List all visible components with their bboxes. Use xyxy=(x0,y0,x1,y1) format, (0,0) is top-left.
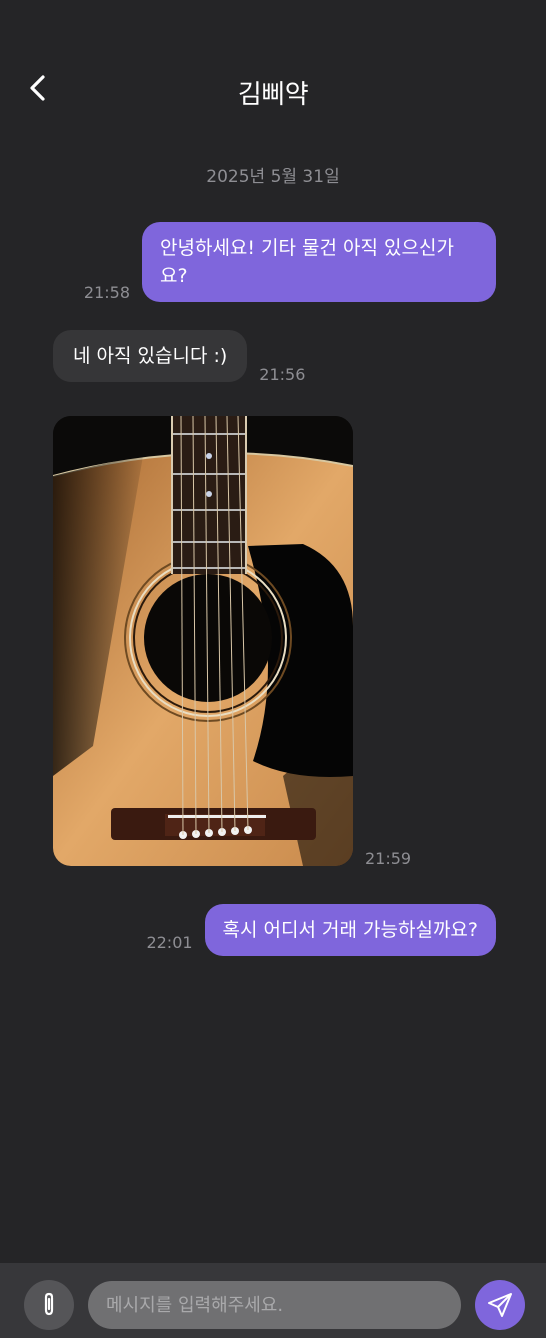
date-divider: 2025년 5월 31일 xyxy=(206,167,340,187)
guitar-image xyxy=(53,416,353,866)
chat-screen: 김삐약 2025년 5월 31일 21:58 안녕하세요! 기타 물건 아직 있… xyxy=(0,0,546,1338)
attach-button[interactable] xyxy=(24,1280,74,1330)
message-composer xyxy=(0,1263,546,1338)
message-bubble-outgoing[interactable]: 혹시 어디서 거래 가능하실까요? xyxy=(204,904,496,956)
message-bubble-outgoing[interactable]: 안녕하세요! 기타 물건 아직 있으신가요? xyxy=(142,222,496,302)
message-row-outgoing: 21:58 안녕하세요! 기타 물건 아직 있으신가요? xyxy=(0,222,496,302)
send-button[interactable] xyxy=(475,1280,525,1330)
message-row-incoming: 네 아직 있습니다 :) 21:56 xyxy=(53,330,306,384)
message-time: 21:59 xyxy=(365,849,412,868)
paperclip-icon xyxy=(44,1292,54,1316)
message-time: 21:58 xyxy=(83,283,130,302)
message-bubble-incoming[interactable]: 네 아직 있습니다 :) xyxy=(53,330,248,382)
message-row-incoming-image: 21:59 xyxy=(53,416,412,868)
message-row-outgoing: 22:01 혹시 어디서 거래 가능하실까요? xyxy=(0,904,496,956)
chat-partner-name: 김삐약 xyxy=(237,80,309,110)
message-time: 22:01 xyxy=(146,933,193,952)
chat-header: 김삐약 xyxy=(0,60,546,120)
send-icon xyxy=(488,1293,512,1317)
message-input[interactable] xyxy=(88,1281,461,1329)
message-time: 21:56 xyxy=(259,365,306,384)
guitar-photo[interactable] xyxy=(53,416,353,866)
